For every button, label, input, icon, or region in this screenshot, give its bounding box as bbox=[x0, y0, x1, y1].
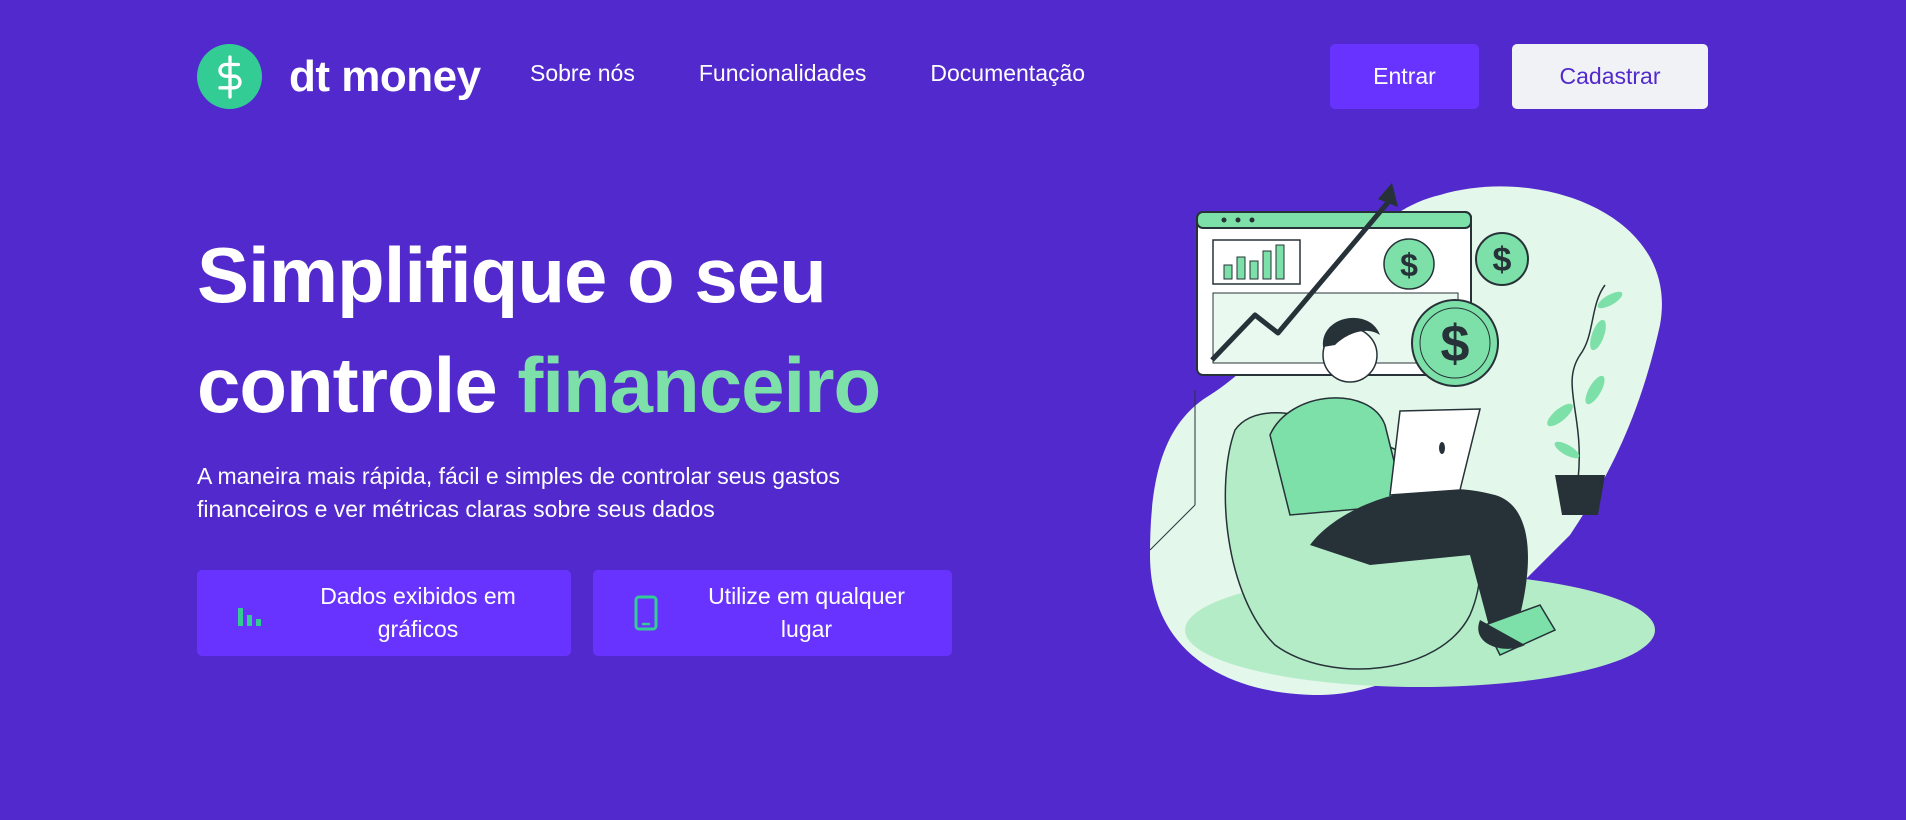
feature-label: Utilize em qualquer lugar bbox=[708, 583, 905, 642]
login-button[interactable]: Entrar bbox=[1330, 44, 1479, 109]
hero-title-accent: financeiro bbox=[517, 341, 881, 429]
smartphone-icon bbox=[611, 595, 681, 631]
brand-name: dt money bbox=[289, 51, 481, 101]
svg-text:$: $ bbox=[1400, 247, 1418, 283]
finance-illustration: $ $ $ bbox=[1140, 175, 1680, 705]
bar-chart-icon bbox=[215, 598, 285, 628]
header: dt money Sobre nós Funcionalidades Docum… bbox=[0, 0, 1906, 152]
feature-card-anywhere: Utilize em qualquer lugar bbox=[593, 570, 952, 656]
hero-title-line1: Simplifique o seu bbox=[197, 231, 827, 319]
main-nav: Sobre nós Funcionalidades Documentação bbox=[530, 60, 1149, 87]
nav-link-sobre-nos[interactable]: Sobre nós bbox=[530, 60, 635, 87]
nav-link-documentacao[interactable]: Documentação bbox=[930, 60, 1085, 87]
hero-subtitle: A maneira mais rápida, fácil e simples d… bbox=[197, 463, 841, 522]
logo[interactable]: dt money bbox=[197, 44, 481, 109]
feature-label: Dados exibidos em gráficos bbox=[320, 583, 516, 642]
hero-title: Simplifique o seu controle financeiro bbox=[197, 220, 881, 440]
nav-link-funcionalidades[interactable]: Funcionalidades bbox=[699, 60, 867, 87]
feature-card-charts: Dados exibidos em gráficos bbox=[197, 570, 571, 656]
hero-title-plain: controle bbox=[197, 341, 498, 429]
dollar-sign-icon bbox=[197, 44, 262, 109]
svg-text:$: $ bbox=[1493, 241, 1512, 279]
signup-button[interactable]: Cadastrar bbox=[1512, 44, 1708, 109]
svg-text:$: $ bbox=[1441, 315, 1470, 373]
